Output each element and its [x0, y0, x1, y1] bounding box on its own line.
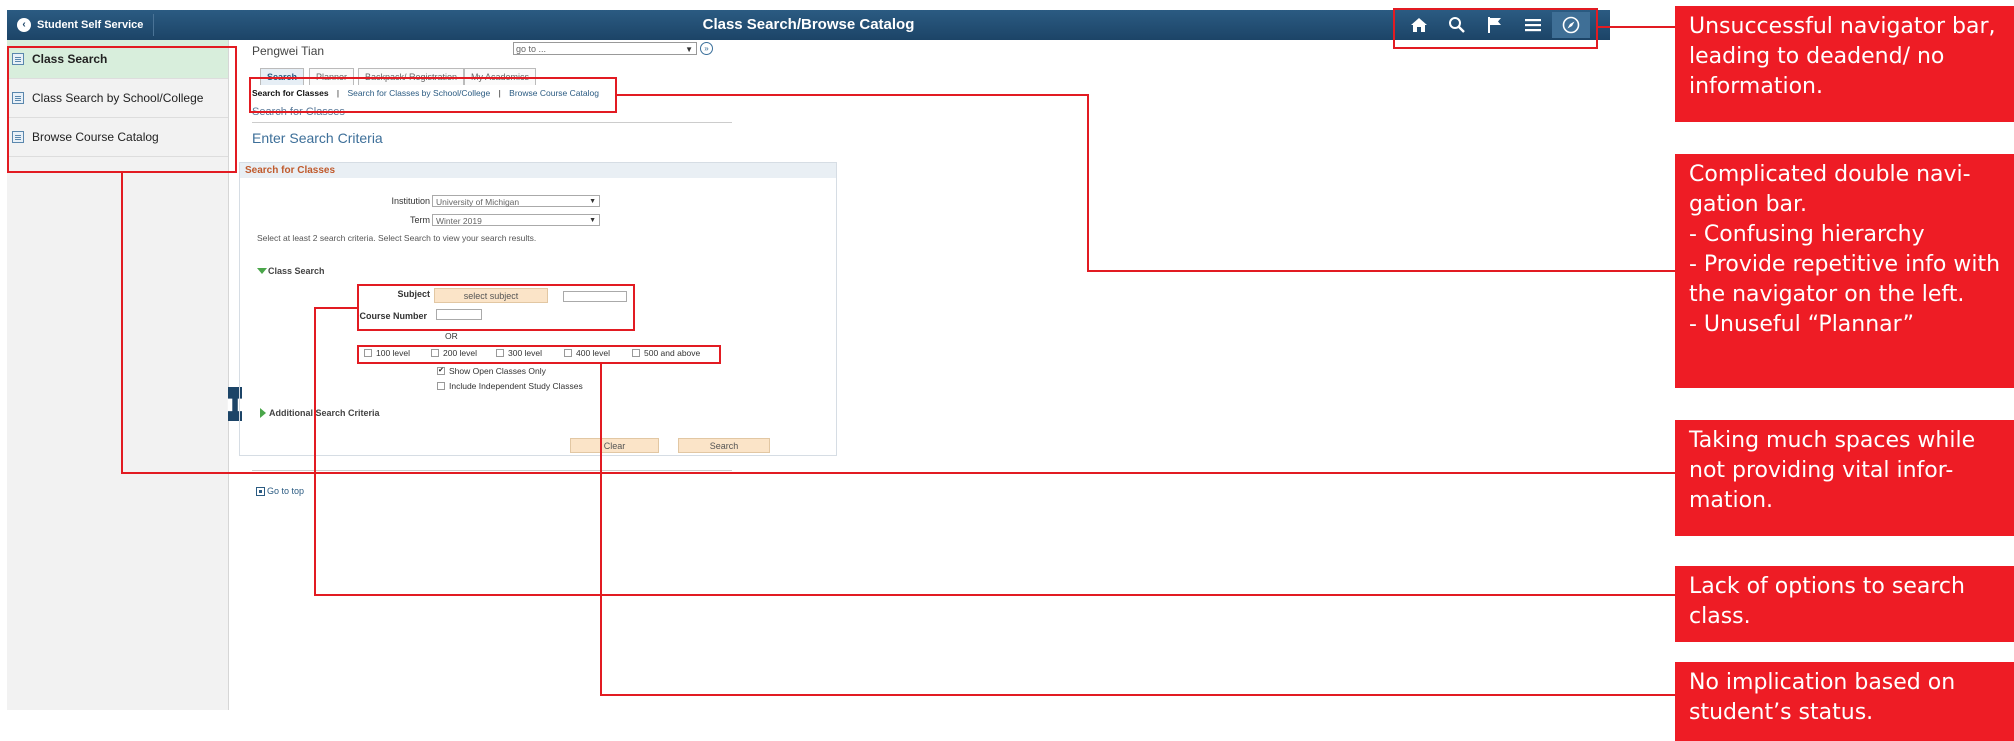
checkbox-independent-study[interactable] [437, 382, 445, 390]
top-navigation-bar: ‹ Student Self Service Class Search/Brow… [7, 10, 1610, 40]
institution-value: University of Michigan [436, 197, 520, 207]
annotation-double-nav: Complicated double navi-gation bar. - Co… [1675, 154, 2014, 388]
search-hint: Select at least 2 search criteria. Selec… [257, 233, 537, 243]
search-button[interactable]: Search [678, 438, 770, 453]
connector-line [314, 307, 316, 596]
chevron-down-icon: ▼ [685, 45, 693, 54]
divider-line [252, 122, 732, 123]
term-label: Term [410, 215, 430, 225]
independent-study-label: Include Independent Study Classes [449, 381, 583, 391]
additional-criteria-label[interactable]: Additional Search Criteria [269, 408, 380, 418]
goto-select[interactable]: go to ... ▼ [513, 42, 697, 55]
go-to-top-link[interactable]: Go to top [256, 486, 304, 496]
annotation-left-panel: Taking much spaces while not providing v… [1675, 420, 2014, 536]
goto-placeholder: go to ... [516, 44, 547, 54]
chevron-down-icon: ▼ [589, 217, 596, 224]
page-title: Enter Search Criteria [252, 130, 383, 146]
goto-button[interactable]: » [700, 42, 713, 55]
chevron-down-icon: ▼ [589, 198, 596, 205]
connector-line [121, 472, 1675, 474]
highlight-left-panel [7, 46, 237, 173]
term-select[interactable]: Winter 2019 ▼ [432, 214, 600, 226]
annotation-search-options: Lack of options to search class. [1675, 566, 2014, 642]
connector-line [314, 594, 1675, 596]
connector-line [121, 173, 123, 474]
term-value: Winter 2019 [436, 216, 482, 226]
expand-down-icon[interactable] [257, 268, 267, 274]
divider-line [252, 470, 732, 471]
section-title: Search for Classes [240, 163, 836, 178]
app-title: Class Search/Browse Catalog [702, 16, 915, 33]
checkbox-open-classes-only[interactable]: ✔ [437, 367, 445, 375]
arrow-up-icon [256, 486, 265, 496]
connector-line [1087, 94, 1089, 272]
annotation-navigator: Unsuccessful navigator bar, leading to d… [1675, 6, 2014, 122]
annotation-student-status: No implication based on student’s status… [1675, 662, 2014, 741]
connector-line [600, 694, 1675, 696]
connector-line [1598, 26, 1675, 28]
connector-line [600, 364, 602, 696]
or-label: OR [445, 331, 458, 341]
user-name: Pengwei Tian [252, 44, 325, 58]
class-search-section-label[interactable]: Class Search [268, 266, 325, 276]
highlight-double-nav [249, 77, 617, 113]
expand-right-icon[interactable] [260, 408, 266, 418]
connector-line [314, 307, 358, 309]
highlight-navigator-bar [1393, 8, 1598, 49]
institution-label: Institution [391, 196, 430, 206]
open-classes-label: Show Open Classes Only [449, 366, 546, 376]
institution-select[interactable]: University of Michigan ▼ [432, 195, 600, 207]
connector-line [617, 94, 1088, 96]
go-to-top-label: Go to top [267, 486, 305, 496]
clear-button[interactable]: Clear [570, 438, 659, 453]
highlight-subject-fields [357, 284, 635, 331]
highlight-level-checkboxes [357, 345, 721, 364]
connector-line [1087, 270, 1675, 272]
